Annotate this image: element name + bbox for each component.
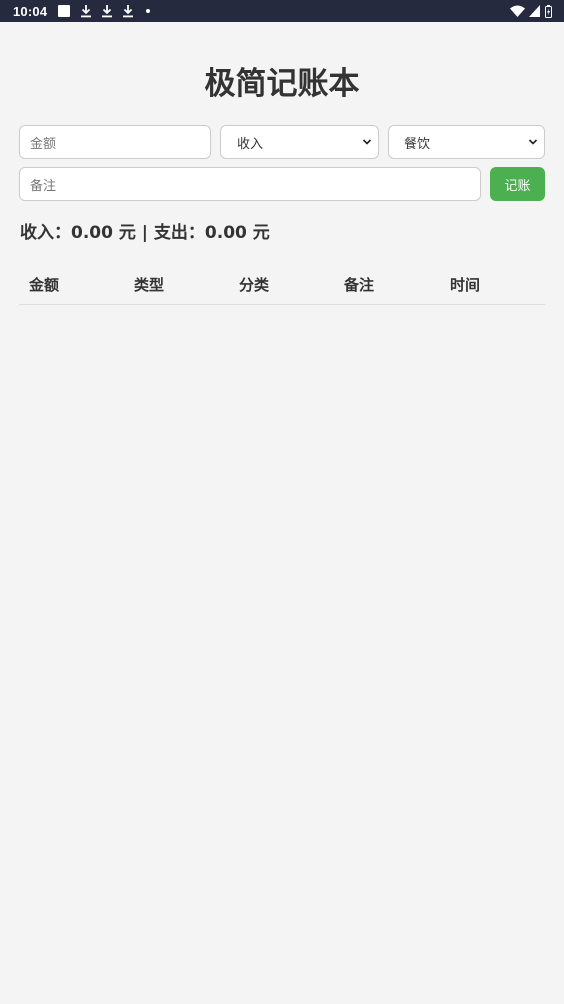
type-select[interactable]: 收入: [220, 125, 379, 159]
note-input[interactable]: 备注: [19, 167, 481, 201]
amount-placeholder: 金额: [30, 136, 57, 152]
page-title: 极简记账本: [204, 66, 360, 102]
column-header-note: 备注: [344, 276, 375, 294]
download-icon: [81, 5, 92, 18]
amount-input[interactable]: 金额: [19, 125, 211, 159]
category-selected-value: 餐饮: [404, 136, 431, 152]
column-header-time: 时间: [450, 276, 481, 294]
dot-icon: [146, 9, 151, 13]
type-selected-value: 收入: [237, 136, 264, 152]
signal-icon: [529, 5, 540, 17]
download-icon: [102, 5, 113, 18]
battery-icon: [545, 4, 552, 18]
column-header-amount: 金额: [29, 276, 60, 294]
income-expense-summary: 收入：0.00 元 | 支出：0.00 元: [20, 223, 270, 243]
column-header-type: 类型: [134, 276, 165, 294]
status-time: 10:04: [13, 3, 48, 19]
download-icon: [123, 5, 134, 18]
table-header: 金额 类型 分类 备注 时间: [19, 268, 545, 305]
status-bar: 10:04: [0, 0, 564, 22]
column-header-category: 分类: [239, 276, 270, 294]
category-select[interactable]: 餐饮: [388, 125, 545, 159]
wifi-icon: [510, 5, 525, 17]
notification-icons: [58, 4, 151, 18]
note-placeholder: 备注: [30, 178, 57, 194]
system-icons: [510, 4, 552, 18]
record-button[interactable]: 记账: [490, 167, 545, 201]
chevron-down-icon: [528, 139, 538, 145]
square-icon: [58, 5, 71, 17]
chevron-down-icon: [362, 139, 372, 145]
